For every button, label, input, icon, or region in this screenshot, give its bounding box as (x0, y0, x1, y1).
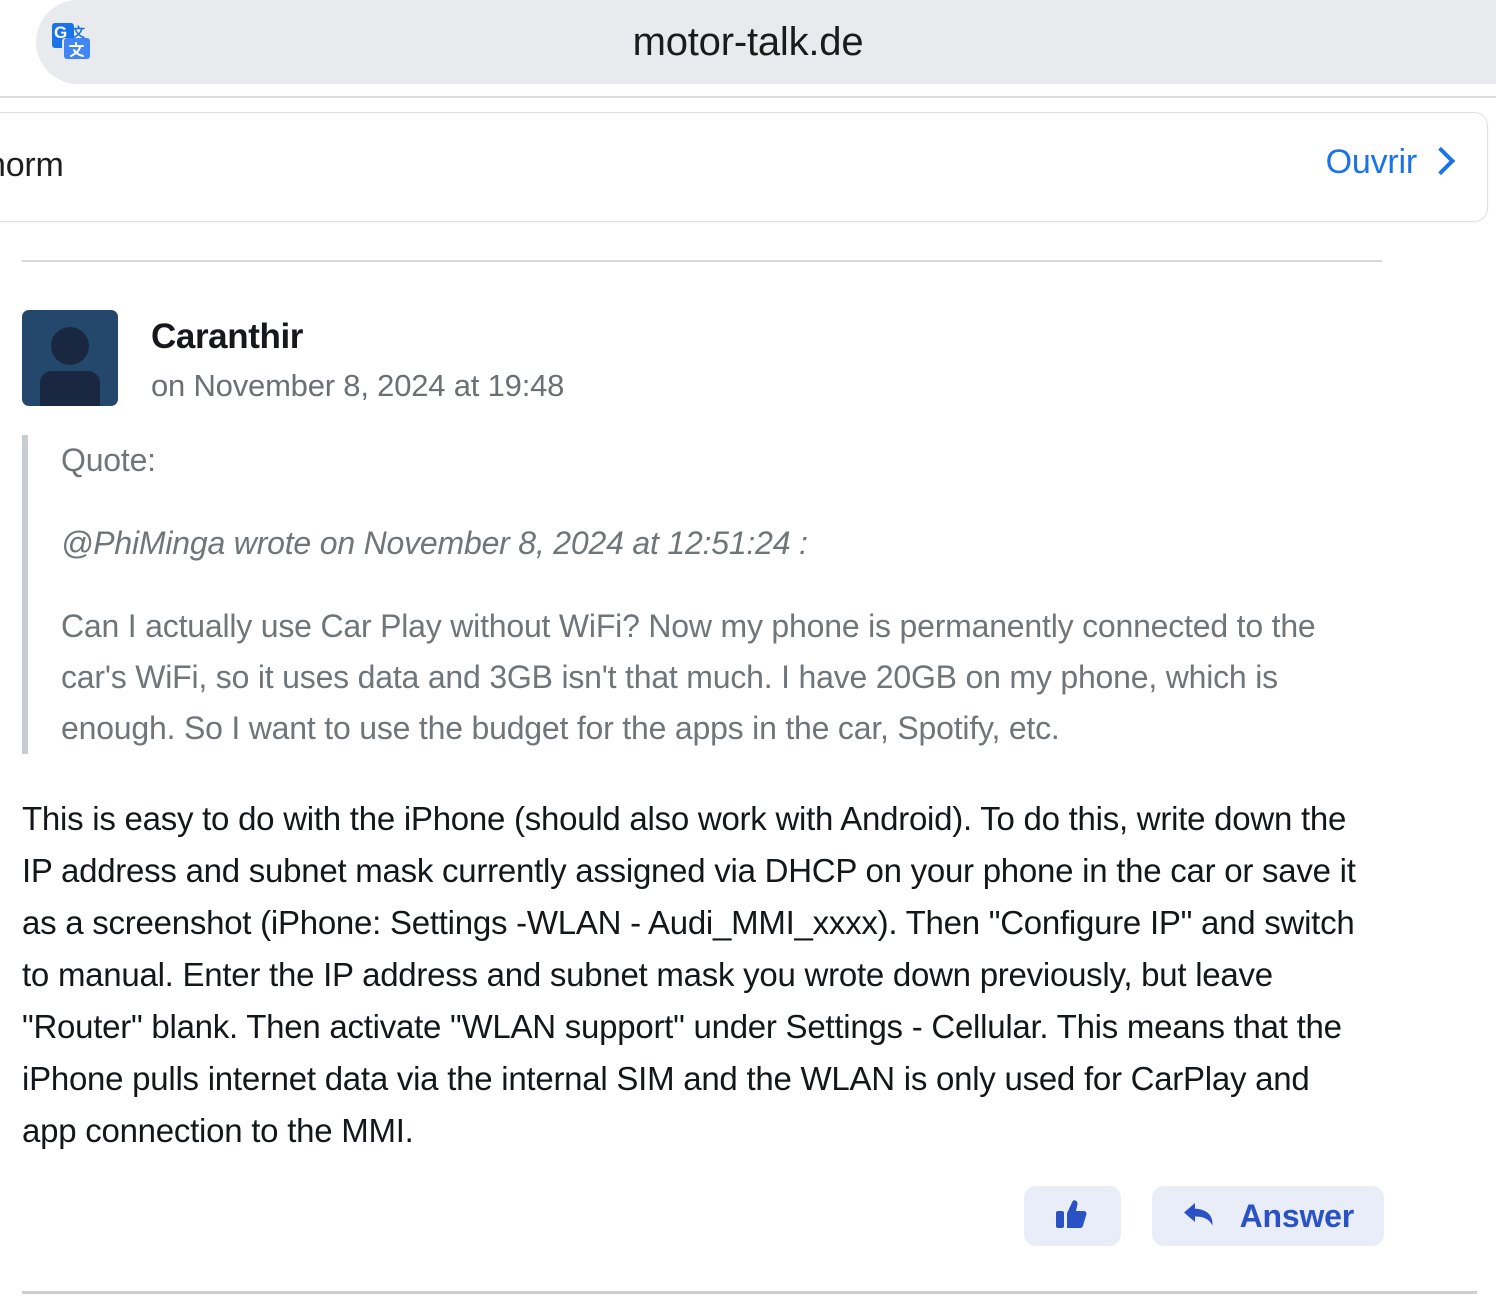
page-root: G 文 motor-talk.de norm Ouvrir Caranthir … (0, 0, 1496, 1300)
browser-topbar: G 文 motor-talk.de (0, 0, 1496, 84)
app-banner[interactable]: norm Ouvrir (0, 112, 1488, 222)
topbar-divider (0, 96, 1496, 98)
page-title: motor-talk.de (632, 19, 864, 64)
post-divider-top (22, 260, 1382, 262)
answer-button-label: Answer (1239, 1197, 1355, 1234)
post-timestamp: on November 8, 2024 at 19:48 (151, 368, 565, 403)
quoted-post: Quote: @PhiMinga wrote on November 8, 20… (22, 435, 1382, 754)
post-body: This is easy to do with the iPhone (shou… (22, 800, 1356, 1149)
quote-attribution: @PhiMinga wrote on November 8, 2024 at 1… (61, 525, 808, 561)
thumbs-up-icon (1055, 1199, 1089, 1234)
banner-open-label: Ouvrir (1325, 143, 1418, 181)
like-button[interactable] (1023, 1186, 1121, 1246)
banner-open-button[interactable]: Ouvrir (1325, 143, 1456, 182)
answer-button[interactable]: Answer (1151, 1186, 1384, 1246)
post-header: Caranthir on November 8, 2024 at 19:48 (22, 310, 564, 406)
avatar[interactable] (22, 310, 118, 406)
avatar-head-shape (51, 327, 89, 365)
post-actions: Answer (1023, 1186, 1384, 1246)
reply-arrow-icon (1182, 1200, 1218, 1233)
quote-label: Quote: (61, 442, 156, 478)
quote-body: Can I actually use Car Play without WiFi… (61, 608, 1316, 746)
avatar-body-shape (40, 371, 100, 406)
post-divider-bottom (22, 1291, 1477, 1294)
author-name[interactable]: Caranthir (151, 316, 564, 358)
author-block: Caranthir on November 8, 2024 at 19:48 (151, 310, 564, 404)
banner-text: norm (0, 146, 64, 184)
chevron-right-icon (1426, 146, 1456, 176)
